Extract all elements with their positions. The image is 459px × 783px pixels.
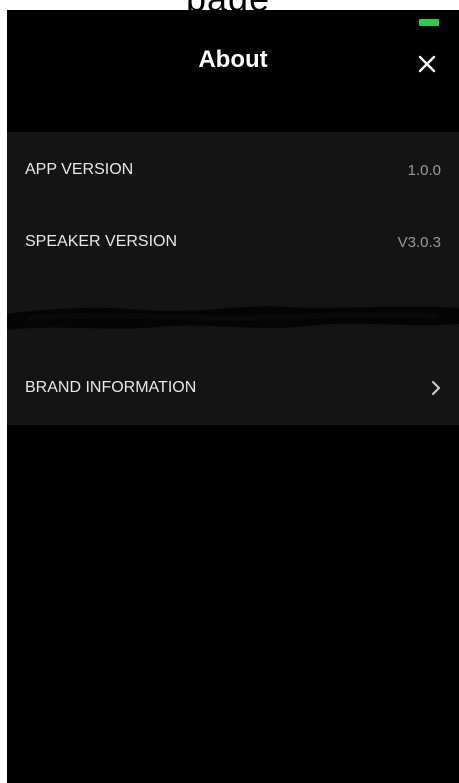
- app-version-row: APP VERSION 1.0.0: [7, 148, 459, 192]
- chevron-right-icon: [432, 381, 440, 395]
- app-version-label: APP VERSION: [25, 161, 134, 178]
- speaker-version-label: SPEAKER VERSION: [25, 233, 178, 250]
- redaction-mark: [7, 306, 459, 330]
- phone-screen: About APP VERSION 1.0.0 SPEAKER VERSION …: [7, 10, 459, 783]
- speaker-version-value: V3.0.3: [397, 233, 441, 251]
- page-title: About: [198, 46, 268, 73]
- header: About: [7, 38, 459, 82]
- brand-information-row[interactable]: BRAND INFORMATION: [7, 366, 459, 410]
- app-version-value: 1.0.0: [407, 161, 441, 179]
- close-icon: [418, 55, 436, 73]
- battery-indicator: [419, 19, 439, 26]
- brand-information-label: BRAND INFORMATION: [25, 379, 197, 396]
- speaker-version-row: SPEAKER VERSION V3.0.3: [7, 220, 459, 264]
- close-button[interactable]: [409, 46, 445, 82]
